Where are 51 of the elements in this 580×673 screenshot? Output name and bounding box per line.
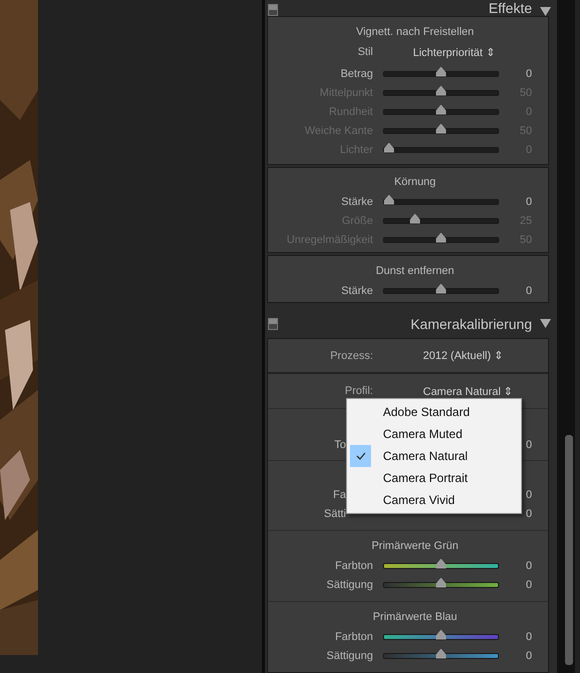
collapse-triangle-icon[interactable] (540, 319, 551, 328)
slider-thumb[interactable] (436, 284, 446, 294)
slider-value: 0 (524, 578, 533, 590)
profile-select[interactable]: Camera Natural ⇕ (423, 384, 513, 398)
slider-value: 0 (524, 438, 533, 450)
slider-value: 0 (524, 196, 533, 208)
menu-item[interactable]: Camera Muted (347, 423, 521, 445)
section-title: Vignett. nach Freistellen (355, 25, 475, 40)
profile-select[interactable]: 2012 (Aktuell) ⇕ (423, 349, 503, 362)
slider-thumb[interactable] (384, 194, 394, 204)
panel-title[interactable]: Effekte (488, 0, 532, 16)
select-label: Stil (356, 46, 373, 58)
menu-item[interactable]: Camera Vivid (347, 489, 521, 511)
panel-toggle-icon[interactable] (268, 318, 278, 330)
slider-label: Betrag (340, 68, 373, 80)
select-label: Prozess: (329, 350, 373, 362)
select-label: Profil: (344, 385, 373, 397)
slider-value: 0 (524, 68, 533, 80)
slider-label: Farbton (334, 560, 373, 572)
section-title: Dunst entfernen (374, 264, 456, 279)
section-title: Primärwerte Grün (370, 539, 460, 554)
slider-label: Sättigung (326, 650, 373, 662)
slider-label: Sätti (322, 508, 346, 520)
collapse-triangle-icon[interactable] (540, 7, 551, 16)
section-title: Körnung (393, 175, 437, 190)
checkmark-icon (356, 452, 366, 460)
slider-value: 0 (524, 560, 533, 572)
menu-item[interactable]: Camera Portrait (347, 467, 521, 489)
slider-label: Stärke (340, 284, 373, 296)
menu-item[interactable]: Adobe Standard (347, 401, 521, 423)
slider-thumb[interactable] (436, 648, 446, 658)
style-select[interactable]: Lichterpriorität ⇕ (413, 46, 495, 58)
slider-label: Stärke (340, 196, 373, 208)
slider-value: 0 (524, 284, 533, 296)
slider-label: Farbton (334, 630, 373, 642)
panel-toggle-icon[interactable] (268, 4, 278, 16)
slider-label: Fa (332, 488, 346, 500)
slider-thumb[interactable] (436, 558, 446, 568)
slider-value: 0 (524, 488, 533, 500)
slider-thumb[interactable] (436, 630, 446, 640)
panel-title[interactable]: Kamerakalibrierung (410, 316, 532, 332)
slider-label: To (333, 438, 346, 450)
slider-thumb[interactable] (436, 66, 446, 76)
section-title: Primärwerte Blau (372, 610, 458, 625)
slider-value: 0 (524, 630, 533, 642)
slider-thumb[interactable] (436, 578, 446, 588)
scrollbar-thumb[interactable] (565, 435, 573, 665)
slider-value: 0 (524, 650, 533, 662)
menu-item[interactable]: Camera Natural (347, 445, 521, 467)
slider-value: 0 (524, 508, 533, 520)
slider-label: Sättigung (326, 578, 373, 590)
